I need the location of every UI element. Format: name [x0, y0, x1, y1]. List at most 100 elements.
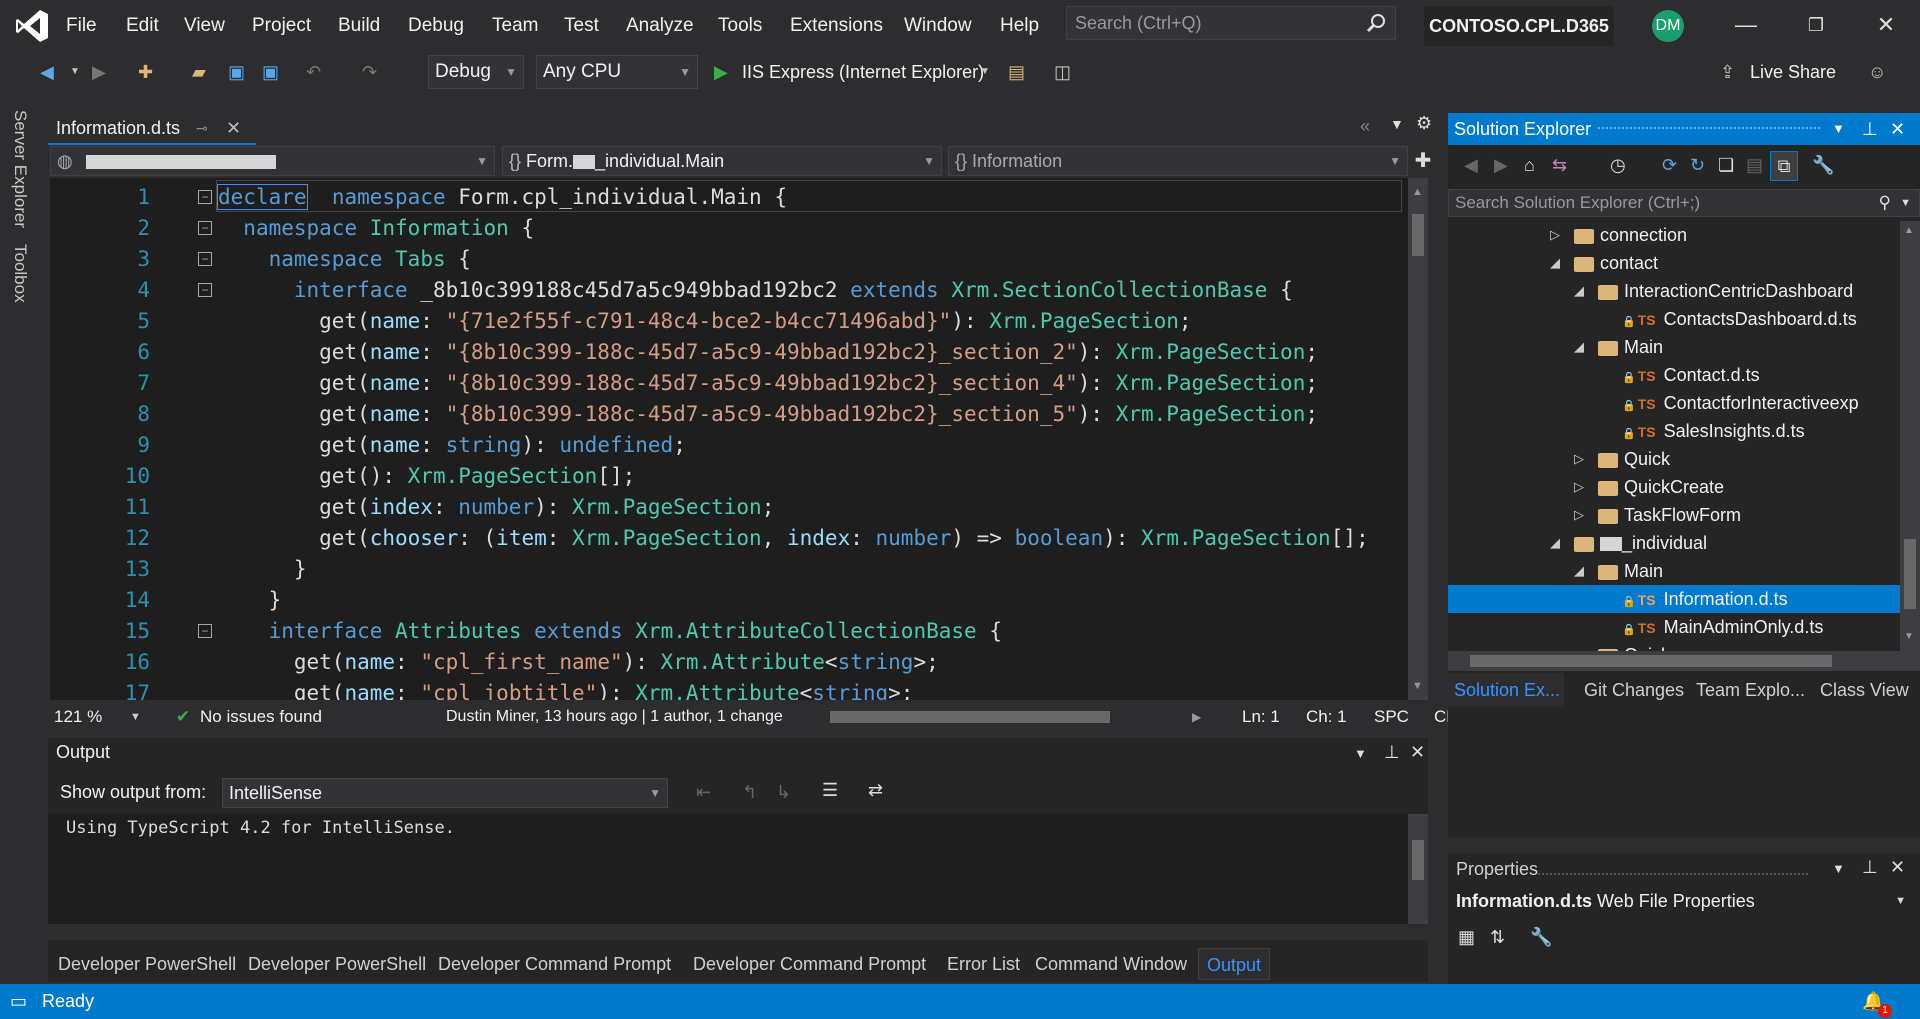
tree-folder-item[interactable]: ◢ Main	[1448, 333, 1900, 361]
tab-error-list[interactable]: Error List	[947, 948, 1020, 980]
restore-icon[interactable]: ❐	[1796, 10, 1836, 40]
expanded-arrow-icon[interactable]: ◢	[1550, 249, 1560, 277]
tree-vertical-scrollbar[interactable]: ▲ ▼	[1900, 221, 1920, 651]
go-to-previous-icon[interactable]: ↰	[742, 782, 757, 803]
output-source-select[interactable]: IntelliSense ▼	[222, 778, 668, 808]
property-pages-icon[interactable]: 🔧	[1530, 927, 1552, 948]
go-to-next-icon[interactable]: ↳	[776, 782, 791, 803]
issues-status[interactable]: No issues found	[200, 700, 322, 734]
tree-file-item[interactable]: 🔒 TS SalesInsights.d.ts	[1448, 417, 1900, 445]
pending-changes-icon[interactable]: ◷	[1610, 155, 1626, 176]
share-icon[interactable]: ⇪	[1720, 60, 1735, 84]
menu-file[interactable]: File	[66, 13, 97, 39]
whitespace-indicator[interactable]: SPC	[1374, 700, 1409, 734]
chevron-down-icon[interactable]: ▼	[70, 60, 80, 84]
code-line[interactable]: interface Attributes extends Xrm.Attribu…	[218, 616, 1002, 647]
menu-analyze[interactable]: Analyze	[626, 13, 694, 39]
show-all-files-icon[interactable]: ▤	[1746, 155, 1763, 176]
code-line[interactable]: namespace Tabs {	[218, 244, 471, 275]
close-panel-icon[interactable]: ✕	[1890, 113, 1905, 145]
menu-window[interactable]: Window	[904, 13, 972, 39]
home-icon[interactable]: ⌂	[1524, 155, 1535, 176]
tree-file-item[interactable]: 🔒 TS ContactsDashboard.d.ts	[1448, 305, 1900, 333]
browse-icon[interactable]: ▤	[1008, 60, 1025, 84]
code-line[interactable]: namespace Information {	[218, 213, 534, 244]
solution-search-input[interactable]: Search Solution Explorer (Ctrl+;) ⚲ ▼	[1448, 189, 1920, 217]
close-panel-icon[interactable]: ✕	[1410, 742, 1425, 763]
code-line[interactable]: }	[218, 585, 282, 616]
menu-project[interactable]: Project	[252, 13, 311, 39]
save-icon[interactable]: ▣	[228, 60, 245, 84]
toolbox-tab[interactable]: Toolbox	[10, 244, 30, 303]
menu-extensions[interactable]: Extensions	[790, 13, 883, 39]
fold-toggle-icon[interactable]: −	[198, 252, 212, 266]
close-tab-icon[interactable]: ✕	[226, 113, 241, 143]
tab-output[interactable]: Output	[1198, 948, 1271, 980]
fold-toggle-icon[interactable]: −	[198, 190, 212, 204]
properties-object-select[interactable]: Information.d.ts Web File Properties ▼	[1456, 887, 1920, 915]
tree-folder-item[interactable]: ◢ _individual	[1448, 529, 1900, 557]
code-line[interactable]: get(name: "cpl_jobtitle"): Xrm.Attribute…	[218, 678, 914, 700]
new-project-icon[interactable]: ✚	[138, 60, 153, 84]
chevron-down-icon[interactable]: ▼	[1832, 113, 1845, 145]
pin-icon[interactable]: ⊥	[1862, 113, 1878, 145]
collapsed-arrow-icon[interactable]: ▷	[1574, 473, 1584, 501]
expanded-arrow-icon[interactable]: ◢	[1574, 333, 1584, 361]
tree-file-item[interactable]: 🔒 TS ContactforInteractiveexp	[1448, 389, 1900, 417]
tab-developer-powershell[interactable]: Developer PowerShell	[58, 948, 236, 980]
alphabetical-icon[interactable]: ⇅	[1490, 927, 1505, 948]
column-indicator[interactable]: Ch: 1	[1306, 700, 1347, 734]
code-line[interactable]: get(name: "{71e2f55f-c791-48c4-bce2-b4cc…	[218, 306, 1191, 337]
menu-help[interactable]: Help	[1000, 13, 1039, 39]
back-icon[interactable]: ◀	[1464, 155, 1478, 176]
code-editor[interactable]: 1− declare namespace Form.cpl_individual.…	[50, 178, 1408, 700]
tab-class-view[interactable]: Class View	[1820, 673, 1909, 707]
run-target-button[interactable]: IIS Express (Internet Explorer)	[742, 60, 984, 84]
code-line[interactable]: get(chooser: (item: Xrm.PageSection, ind…	[218, 523, 1369, 554]
scroll-right-icon[interactable]: ▶	[1192, 700, 1201, 734]
categorized-icon[interactable]: ▦	[1458, 927, 1475, 948]
previous-message-icon[interactable]: ⇤	[696, 782, 711, 803]
feedback-icon[interactable]: ☺	[1868, 60, 1886, 84]
document-tab-information[interactable]: Information.d.ts ⊸ ✕	[48, 113, 256, 145]
tab-developer-powershell[interactable]: Developer PowerShell	[248, 948, 426, 980]
chevron-down-icon[interactable]: ▼	[980, 60, 990, 84]
tree-folder-item[interactable]: ▷ Quick	[1448, 445, 1900, 473]
screenshot-icon[interactable]: ◫	[1054, 60, 1071, 84]
expanded-arrow-icon[interactable]: ◢	[1574, 557, 1584, 585]
word-wrap-icon[interactable]: ⇄	[868, 780, 883, 801]
split-editor-icon[interactable]: ✚	[1412, 148, 1434, 174]
configuration-select[interactable]: Debug ▼	[428, 55, 524, 89]
pin-icon[interactable]: ⊥	[1862, 857, 1878, 878]
code-line[interactable]: get(index: number): Xrm.PageSection;	[218, 492, 774, 523]
code-line[interactable]: interface _8b10c399188c45d7a5c949bbad192…	[218, 275, 1293, 306]
output-text-area[interactable]: Using TypeScript 4.2 for IntelliSense.	[48, 814, 1408, 924]
menu-tools[interactable]: Tools	[718, 13, 762, 39]
type-combo[interactable]: {} Form. _individual.Main ▼	[502, 146, 942, 176]
sync-icon[interactable]: ⟳	[1662, 155, 1677, 176]
tree-file-item[interactable]: 🔒 TS Information.d.ts	[1448, 585, 1900, 613]
code-line[interactable]: }	[218, 554, 307, 585]
redo-icon[interactable]: ↷	[362, 60, 377, 84]
switch-views-icon[interactable]: ⇆	[1552, 155, 1567, 176]
code-line[interactable]: get(name: "{8b10c399-188c-45d7-a5c9-49bb…	[218, 399, 1318, 430]
collapsed-arrow-icon[interactable]: ▷	[1574, 445, 1584, 473]
git-blame[interactable]: Dustin Miner, 13 hours ago | 1 author, 1…	[446, 700, 783, 734]
editor-vertical-scrollbar[interactable]: ▲ ▼	[1408, 178, 1428, 700]
tree-folder-item[interactable]: ▷ connection	[1448, 221, 1900, 249]
horizontal-scrollbar-thumb[interactable]	[830, 711, 1110, 723]
expanded-arrow-icon[interactable]: ◢	[1574, 641, 1584, 651]
chevron-down-icon[interactable]: ▼	[1900, 190, 1911, 216]
minimize-icon[interactable]: —	[1726, 10, 1766, 40]
project-combo[interactable]: ◍ ▼	[50, 146, 495, 176]
tree-folder-item[interactable]: ▷ TaskFlowForm	[1448, 501, 1900, 529]
search-input[interactable]: Search (Ctrl+Q)	[1066, 6, 1396, 40]
tab-solution-explorer[interactable]: Solution Ex...	[1448, 673, 1564, 707]
tree-folder-item[interactable]: ◢Quick	[1448, 641, 1900, 651]
code-line[interactable]: declare namespace Form.cpl_individual.Ma…	[217, 182, 787, 213]
tab-git-changes[interactable]: Git Changes	[1584, 673, 1684, 707]
scroll-tabs-icon[interactable]: «	[1360, 116, 1370, 137]
server-explorer-tab[interactable]: Server Explorer	[10, 110, 30, 228]
fold-toggle-icon[interactable]: −	[198, 624, 212, 638]
collapsed-arrow-icon[interactable]: ▷	[1550, 221, 1560, 249]
